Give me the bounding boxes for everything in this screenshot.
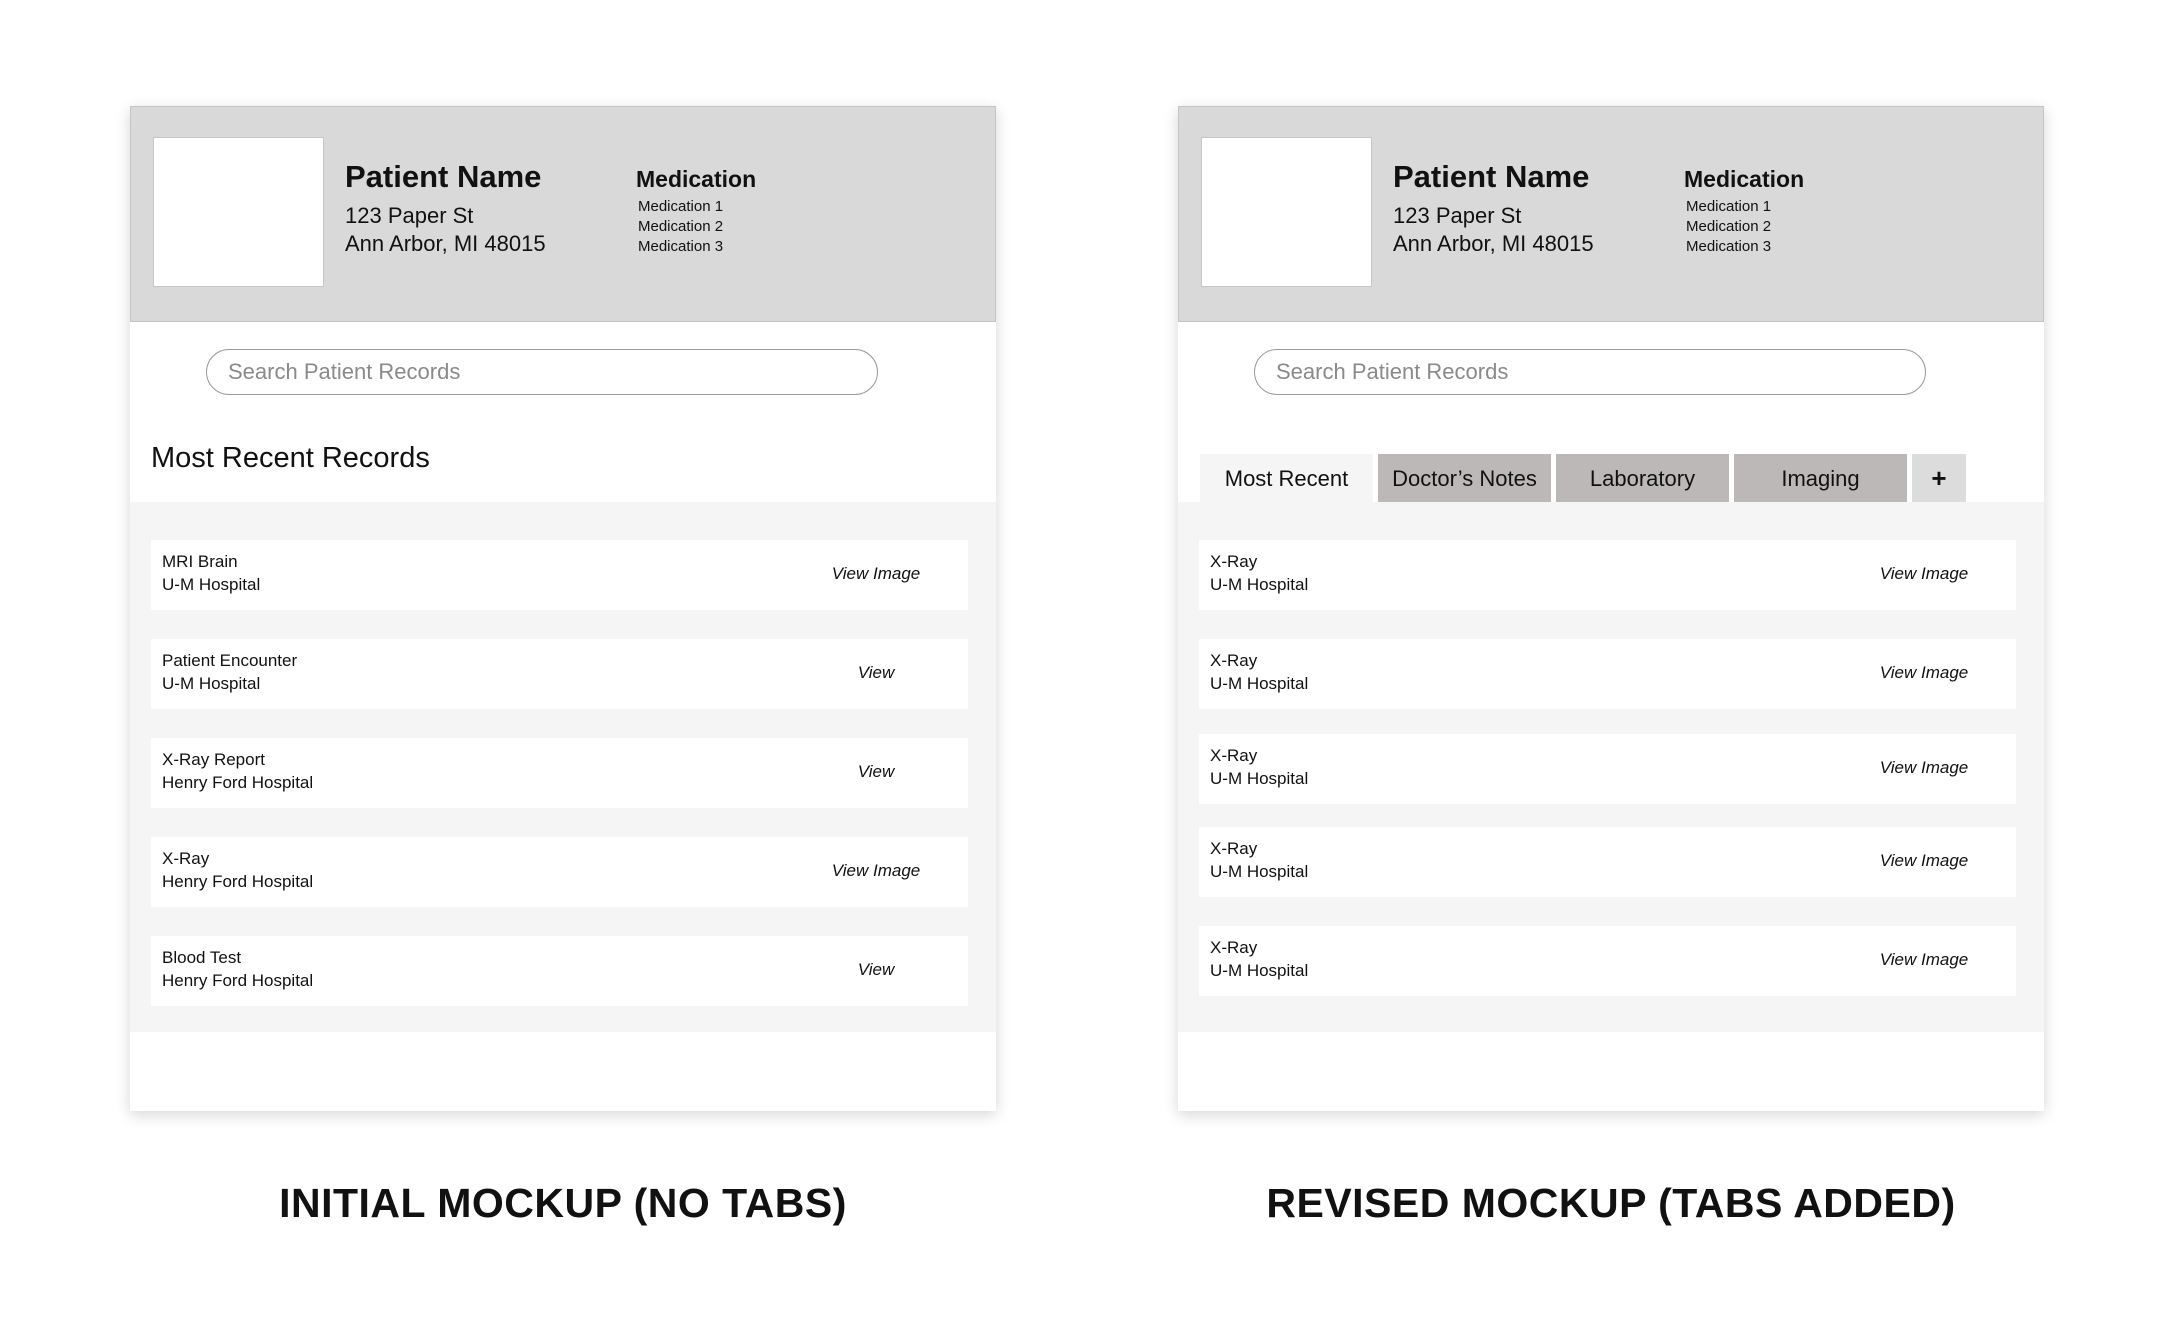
record-row: X-Ray Henry Ford Hospital View Image — [151, 837, 968, 907]
view-image-link[interactable]: View Image — [816, 861, 936, 881]
patient-address-line2: Ann Arbor, MI 48015 — [1393, 231, 1594, 256]
tab-imaging[interactable]: Imaging — [1734, 454, 1907, 503]
patient-address-line1: 123 Paper St — [1393, 203, 1522, 228]
view-image-link[interactable]: View Image — [1864, 564, 1984, 584]
view-link[interactable]: View — [816, 663, 936, 683]
record-row: X-Ray U-M Hospital View Image — [1199, 827, 2016, 897]
medication-item: Medication 3 — [638, 238, 724, 255]
records-list: MRI Brain U-M Hospital View Image Patien… — [130, 502, 996, 1032]
view-link[interactable]: View — [816, 960, 936, 980]
tab-most-recent[interactable]: Most Recent — [1200, 454, 1373, 503]
record-title: X-Ray Report — [162, 750, 265, 769]
record-location: U-M Hospital — [1210, 862, 1309, 881]
record-row: Blood Test Henry Ford Hospital View — [151, 936, 968, 1006]
record-row: Patient Encounter U-M Hospital View — [151, 639, 968, 709]
record-title: MRI Brain — [162, 552, 238, 571]
patient-photo-placeholder — [153, 137, 324, 287]
medication-item: Medication 1 — [1686, 198, 1772, 215]
record-title: Blood Test — [162, 948, 242, 967]
patient-address-line2: Ann Arbor, MI 48015 — [345, 231, 546, 256]
record-location: Henry Ford Hospital — [162, 971, 314, 990]
add-tab-button[interactable]: + — [1912, 454, 1966, 503]
record-location: U-M Hospital — [1210, 575, 1309, 594]
tab-doctors-notes[interactable]: Doctor’s Notes — [1378, 454, 1551, 503]
record-row: X-Ray U-M Hospital View Image — [1199, 734, 2016, 804]
record-location: U-M Hospital — [1210, 674, 1309, 693]
medication-item: Medication 2 — [1686, 218, 1772, 235]
medication-item: Medication 3 — [1686, 238, 1772, 255]
view-image-link[interactable]: View Image — [1864, 758, 1984, 778]
record-title: X-Ray — [1210, 651, 1258, 670]
record-row: X-Ray Report Henry Ford Hospital View — [151, 738, 968, 808]
medication-title: Medication — [1684, 166, 1805, 192]
patient-photo-placeholder — [1201, 137, 1372, 287]
record-title: X-Ray — [1210, 552, 1258, 571]
view-image-link[interactable]: View Image — [816, 564, 936, 584]
records-list: X-Ray U-M Hospital View Image X-Ray U-M … — [1178, 502, 2044, 1032]
record-row: MRI Brain U-M Hospital View Image — [151, 540, 968, 610]
medication-item: Medication 1 — [638, 198, 724, 215]
record-row: X-Ray U-M Hospital View Image — [1199, 926, 2016, 996]
section-title: Most Recent Records — [151, 442, 430, 474]
record-title: X-Ray — [1210, 746, 1258, 765]
record-location: Henry Ford Hospital — [162, 773, 314, 792]
revised-mockup: Patient Name 123 Paper St Ann Arbor, MI … — [1178, 106, 2044, 1111]
initial-mockup: Patient Name 123 Paper St Ann Arbor, MI … — [130, 106, 996, 1111]
medication-list: Medication 1 Medication 2 Medication 3 — [1686, 197, 1771, 257]
search-input[interactable] — [206, 349, 878, 395]
patient-name: Patient Name — [345, 159, 542, 194]
view-image-link[interactable]: View Image — [1864, 950, 1984, 970]
record-row: X-Ray U-M Hospital View Image — [1199, 540, 2016, 610]
medication-item: Medication 2 — [638, 218, 724, 235]
record-location: U-M Hospital — [162, 575, 261, 594]
view-link[interactable]: View — [816, 762, 936, 782]
revised-mockup-caption: REVISED MOCKUP (TABS ADDED) — [1266, 1180, 1956, 1226]
search-input[interactable] — [1254, 349, 1926, 395]
patient-name: Patient Name — [1393, 159, 1590, 194]
patient-header: Patient Name 123 Paper St Ann Arbor, MI … — [1178, 106, 2044, 322]
initial-mockup-caption: INITIAL MOCKUP (NO TABS) — [279, 1180, 847, 1226]
tab-laboratory[interactable]: Laboratory — [1556, 454, 1729, 503]
patient-header: Patient Name 123 Paper St Ann Arbor, MI … — [130, 106, 996, 322]
patient-address-line1: 123 Paper St — [345, 203, 474, 228]
record-location: Henry Ford Hospital — [162, 872, 314, 891]
view-image-link[interactable]: View Image — [1864, 851, 1984, 871]
view-image-link[interactable]: View Image — [1864, 663, 1984, 683]
record-location: U-M Hospital — [162, 674, 261, 693]
medication-list: Medication 1 Medication 2 Medication 3 — [638, 197, 723, 257]
record-title: X-Ray — [1210, 839, 1258, 858]
record-title: Patient Encounter — [162, 651, 298, 670]
record-title: X-Ray — [1210, 938, 1258, 957]
record-title: X-Ray — [162, 849, 210, 868]
record-row: X-Ray U-M Hospital View Image — [1199, 639, 2016, 709]
medication-title: Medication — [636, 166, 757, 192]
record-location: U-M Hospital — [1210, 769, 1309, 788]
record-location: U-M Hospital — [1210, 961, 1309, 980]
